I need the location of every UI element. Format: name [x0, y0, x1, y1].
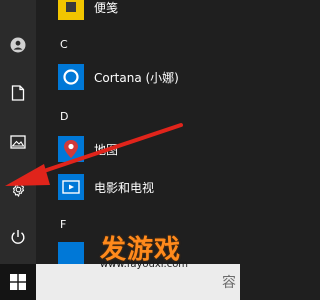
watermark-url: www.fayouxi.com — [100, 259, 189, 270]
movies-tv-icon — [58, 174, 84, 200]
app-item-sticky-notes[interactable]: 便笺 — [58, 0, 240, 22]
start-left-rail — [0, 0, 36, 300]
search-placeholder: 容 — [222, 275, 236, 291]
app-item-movies-tv[interactable]: 电影和电视 — [58, 172, 240, 202]
app-label: 地图 — [94, 142, 119, 157]
power-button[interactable] — [0, 222, 36, 252]
pictures-button[interactable] — [0, 127, 36, 157]
group-header-f[interactable]: F — [60, 218, 66, 231]
group-header-d[interactable]: D — [60, 110, 68, 123]
pictures-icon — [10, 135, 26, 149]
group-header-c[interactable]: C — [60, 38, 68, 51]
app-item-cortana[interactable]: Cortana (小娜) — [58, 62, 240, 92]
maps-icon — [58, 136, 84, 162]
cortana-icon — [58, 64, 84, 90]
documents-button[interactable] — [0, 78, 36, 108]
settings-icon — [12, 181, 24, 197]
windows-logo-icon — [10, 274, 26, 290]
sticky-notes-icon — [58, 0, 84, 20]
start-button[interactable] — [0, 264, 36, 300]
app-label: 便笺 — [94, 0, 119, 15]
app-label: Cortana (小娜) — [94, 70, 179, 85]
user-account-button[interactable] — [0, 30, 36, 60]
documents-icon — [11, 85, 25, 101]
settings-button[interactable] — [0, 174, 36, 204]
avatar-icon — [10, 37, 26, 53]
app-label: 电影和电视 — [94, 180, 155, 195]
power-icon — [11, 230, 25, 244]
app-item-maps[interactable]: 地图 — [58, 134, 240, 164]
